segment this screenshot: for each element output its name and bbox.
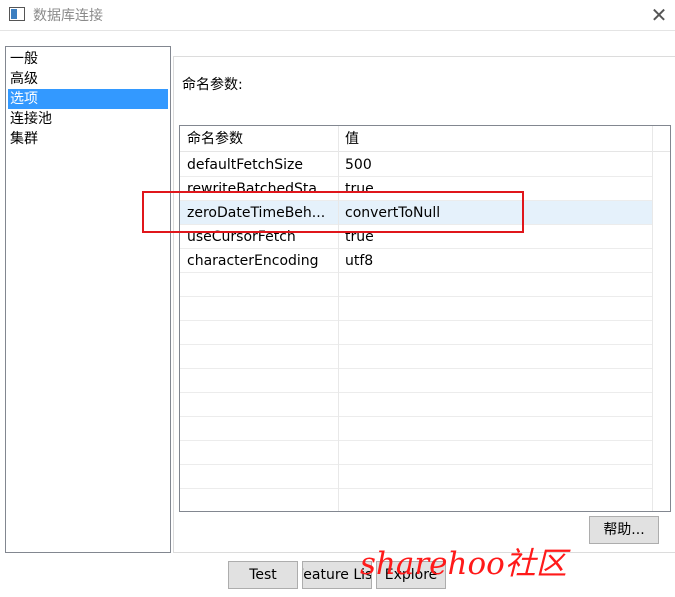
param-name-cell[interactable]: useCursorFetch	[180, 225, 338, 249]
empty-row	[180, 393, 652, 417]
table-row-selected[interactable]: zeroDateTimeBeh... convertToNull	[180, 201, 652, 225]
empty-row	[180, 489, 652, 511]
param-value-cell[interactable]: true	[338, 225, 652, 249]
param-value-cell[interactable]: convertToNull	[338, 201, 652, 225]
table-row[interactable]: useCursorFetch true	[180, 225, 652, 249]
nav-item-cluster[interactable]: 集群	[6, 129, 170, 149]
param-name-cell[interactable]: characterEncoding	[180, 249, 338, 273]
close-icon[interactable]: ✕	[648, 4, 670, 26]
explore-button[interactable]: Explore	[376, 561, 446, 589]
param-value-cell[interactable]: 500	[338, 153, 652, 177]
window-title: 数据库连接	[33, 8, 103, 24]
nav-item-connection-pool[interactable]: 连接池	[6, 109, 170, 129]
empty-row	[180, 321, 652, 345]
settings-nav-list: 一般 高级 选项 连接池 集群	[5, 46, 171, 553]
table-row[interactable]: characterEncoding utf8	[180, 249, 652, 273]
column-divider	[338, 126, 339, 511]
param-name-cell[interactable]: defaultFetchSize	[180, 153, 338, 177]
empty-row	[180, 441, 652, 465]
test-button[interactable]: Test	[228, 561, 298, 589]
empty-row	[180, 369, 652, 393]
param-value-cell[interactable]: utf8	[338, 249, 652, 273]
title-bar: 数据库连接 ✕	[0, 0, 675, 30]
empty-row	[180, 417, 652, 441]
feature-list-button[interactable]: Feature List	[302, 561, 372, 589]
header-value[interactable]: 值	[338, 126, 652, 152]
params-table: 命名参数 值 defaultFetchSize 500 rewriteBatch…	[179, 125, 671, 512]
empty-row	[180, 273, 652, 297]
nav-item-general[interactable]: 一般	[6, 49, 170, 69]
param-name-cell[interactable]: zeroDateTimeBeh...	[180, 201, 338, 225]
options-panel: 命名参数: 命名参数 值 defaultFetchSize 500 rewrit…	[173, 56, 675, 553]
empty-row	[180, 465, 652, 489]
table-header: 命名参数 值	[180, 126, 670, 152]
empty-row	[180, 297, 652, 321]
column-divider	[652, 126, 653, 511]
param-name-cell[interactable]: rewriteBatchedSta...	[180, 177, 338, 201]
param-value-cell[interactable]: true	[338, 177, 652, 201]
header-param-name[interactable]: 命名参数	[180, 126, 338, 152]
help-button[interactable]: 帮助...	[589, 516, 659, 544]
nav-item-options[interactable]: 选项	[8, 89, 168, 109]
nav-item-advanced[interactable]: 高级	[6, 69, 170, 89]
table-row[interactable]: defaultFetchSize 500	[180, 153, 652, 177]
empty-row	[180, 345, 652, 369]
title-divider	[0, 30, 675, 31]
table-row[interactable]: rewriteBatchedSta... true	[180, 177, 652, 201]
named-params-label: 命名参数:	[182, 77, 243, 93]
window-icon	[9, 7, 25, 21]
